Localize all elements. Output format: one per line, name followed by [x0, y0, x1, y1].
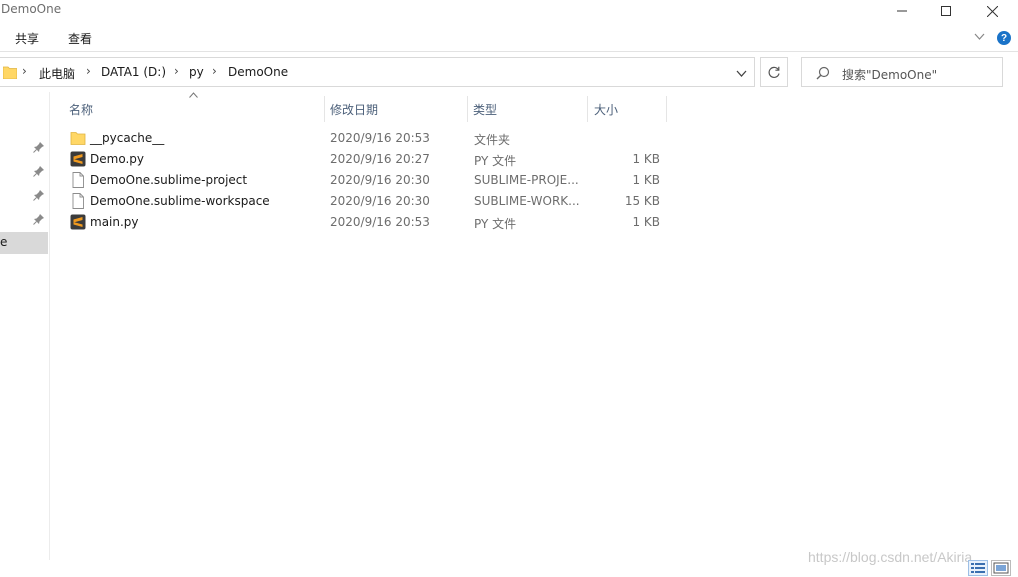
window-title: DemoOne [1, 2, 62, 16]
column-divider[interactable] [666, 96, 667, 122]
file-size: 1 KB [632, 152, 660, 166]
pin-icon[interactable] [33, 213, 45, 225]
large-icons-view-button[interactable] [991, 560, 1011, 576]
column-header-date[interactable]: 修改日期 [330, 101, 378, 118]
maximize-button[interactable] [923, 0, 969, 22]
refresh-button[interactable] [760, 57, 788, 87]
file-date: 2020/9/16 20:27 [330, 152, 430, 166]
breadcrumb-current[interactable]: DemoOne [228, 65, 288, 79]
address-history-dropdown[interactable] [736, 67, 747, 81]
watermark: https://blog.csdn.net/Akiria [808, 549, 973, 565]
file-name: __pycache__ [90, 131, 165, 145]
search-input[interactable]: 搜索"DemoOne" [801, 57, 1003, 87]
file-name: DemoOne.sublime-project [90, 173, 248, 187]
file-name: main.py [90, 215, 139, 229]
refresh-icon [768, 66, 780, 78]
column-headers: 名称 修改日期 类型 大小 [50, 92, 670, 122]
file-date: 2020/9/16 20:30 [330, 194, 430, 208]
file-date: 2020/9/16 20:30 [330, 173, 430, 187]
file-size: 1 KB [632, 215, 660, 229]
tab-share[interactable]: 共享 [15, 30, 39, 47]
file-row[interactable]: Demo.py 2020/9/16 20:27 PY 文件 1 KB [50, 149, 670, 170]
column-header-type[interactable]: 类型 [473, 101, 497, 118]
breadcrumb-separator: › [212, 64, 217, 78]
breadcrumb-py[interactable]: py [189, 65, 204, 79]
blank-file-icon [72, 193, 84, 209]
pin-icon[interactable] [33, 141, 45, 153]
breadcrumb-separator: › [22, 64, 27, 78]
file-type: PY 文件 [474, 154, 517, 168]
column-divider[interactable] [587, 96, 588, 122]
folder-icon [70, 132, 86, 145]
column-divider[interactable] [467, 96, 468, 122]
file-date: 2020/9/16 20:53 [330, 215, 430, 229]
tab-view[interactable]: 查看 [68, 30, 92, 47]
file-type: SUBLIME-PROJE... [474, 173, 579, 187]
sort-ascending-icon [189, 90, 198, 101]
minimize-icon [897, 10, 907, 12]
breadcrumb-this-pc[interactable]: 此电脑 [39, 65, 75, 82]
file-type: SUBLIME-WORK... [474, 194, 580, 208]
breadcrumb-separator: › [86, 64, 91, 78]
breadcrumb-drive[interactable]: DATA1 (D:) [101, 65, 166, 79]
maximize-icon [941, 6, 951, 16]
file-name: Demo.py [90, 152, 144, 166]
search-icon [816, 66, 830, 83]
breadcrumb-separator: › [174, 64, 179, 78]
file-size: 1 KB [632, 173, 660, 187]
minimize-button[interactable] [879, 0, 925, 22]
close-button[interactable] [969, 0, 1015, 22]
search-placeholder: 搜索"DemoOne" [842, 68, 938, 82]
navigation-pane: e [0, 92, 50, 560]
blank-file-icon [72, 172, 84, 188]
column-divider[interactable] [324, 96, 325, 122]
column-header-size[interactable]: 大小 [594, 101, 618, 118]
file-date: 2020/9/16 20:53 [330, 131, 430, 145]
details-view-button[interactable] [968, 560, 988, 576]
file-row[interactable]: DemoOne.sublime-workspace 2020/9/16 20:3… [50, 191, 670, 212]
file-type: 文件夹 [474, 133, 511, 147]
ribbon-tabs: 共享 查看 ? [0, 22, 1018, 52]
nav-item-label: e [0, 235, 8, 249]
pin-icon[interactable] [33, 189, 45, 201]
file-type: PY 文件 [474, 217, 517, 231]
pin-icon[interactable] [33, 165, 45, 177]
chevron-down-icon [736, 70, 747, 77]
nav-item-selected[interactable]: e [0, 232, 48, 254]
file-row[interactable]: __pycache__ 2020/9/16 20:53 文件夹 [50, 128, 670, 149]
help-icon[interactable]: ? [997, 31, 1011, 45]
folder-icon [2, 65, 18, 82]
details-view-icon [971, 563, 985, 573]
file-size: 15 KB [624, 194, 660, 208]
sublime-file-icon [70, 214, 86, 230]
file-row[interactable]: DemoOne.sublime-project 2020/9/16 20:30 … [50, 170, 670, 191]
file-name: DemoOne.sublime-workspace [90, 194, 270, 208]
sublime-file-icon [70, 151, 86, 167]
column-header-name[interactable]: 名称 [69, 101, 93, 118]
chevron-down-icon [974, 33, 985, 40]
large-icons-view-icon [993, 562, 1009, 574]
file-row[interactable]: main.py 2020/9/16 20:53 PY 文件 1 KB [50, 212, 670, 233]
ribbon-expand-button[interactable] [974, 30, 985, 44]
title-bar: DemoOne [0, 0, 1018, 22]
close-icon [986, 5, 998, 17]
address-bar[interactable]: › 此电脑 › DATA1 (D:) › py › DemoOne [0, 57, 755, 87]
